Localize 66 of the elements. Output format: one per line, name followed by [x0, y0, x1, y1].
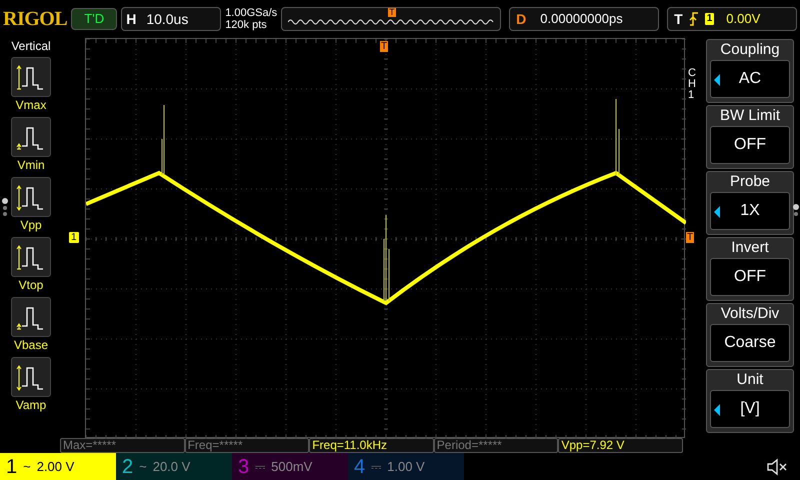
measure-button[interactable] — [11, 57, 51, 97]
channel-tab[interactable]: 2 ~ 20.0 V — [116, 453, 232, 480]
measure-button[interactable] — [11, 297, 51, 337]
trigger-position-marker: T — [388, 8, 396, 17]
menu-item[interactable]: Probe 1X — [706, 171, 794, 235]
channel-tab[interactable]: 3 ⎓ 500mV — [232, 453, 348, 480]
menu-item[interactable]: BW Limit OFF — [706, 105, 794, 169]
adjust-caret-icon — [714, 404, 720, 416]
channel-offset-marker: 1 — [69, 232, 79, 243]
measure-button[interactable] — [11, 117, 51, 157]
trigger-source: 1 — [704, 13, 714, 25]
rising-edge-icon — [688, 12, 699, 26]
menu-item-value: [V] — [740, 399, 760, 419]
menu-item-title: Invert — [731, 238, 769, 258]
memory-depth: 120k pts — [225, 19, 268, 31]
channel-label: CH1 — [688, 68, 697, 101]
delay-value: 0.00000000ps — [540, 10, 623, 28]
timebase-value: 10.0us — [146, 10, 188, 28]
panel-title: Vertical — [11, 39, 51, 53]
menu-item-title: Coupling — [720, 40, 780, 60]
menu-item-value: 1X — [740, 201, 760, 221]
delay-label: D — [516, 10, 526, 28]
brand-logo: RIGOL — [3, 7, 68, 32]
measure-button[interactable] — [11, 237, 51, 277]
menu-item-title: Probe — [730, 172, 770, 192]
page-dots-icon — [793, 204, 799, 216]
trigger-position-marker: T — [380, 41, 388, 52]
channel-tab[interactable]: 1 ~ 2.00 V — [0, 453, 116, 480]
menu-item-value: OFF — [734, 267, 766, 287]
timebase-label: H — [126, 10, 136, 28]
menu-item-title: Volts/Div — [720, 304, 780, 324]
channel-tab[interactable]: 4 ⎓ 1.00 V — [348, 453, 464, 480]
measure-label: Vamp — [16, 397, 46, 413]
menu-item-value: OFF — [734, 135, 766, 155]
delay-display[interactable]: D 0.00000000ps — [509, 7, 660, 31]
menu-item-value: Coarse — [724, 333, 776, 353]
menu-item-title: BW Limit — [720, 106, 780, 126]
trigger-level: 0.00V — [726, 10, 760, 28]
menu-item[interactable]: Unit [V] — [706, 369, 794, 433]
timebase-display[interactable]: H 10.0us — [121, 7, 222, 31]
measurement-readout: Vpp=7.92 V — [558, 438, 683, 453]
adjust-caret-icon — [714, 206, 720, 218]
measurement-readout: Period=***** — [434, 438, 558, 453]
speaker-muted-icon[interactable] — [766, 458, 788, 476]
measure-button[interactable] — [11, 177, 51, 217]
menu-item[interactable]: Volts/Div Coarse — [706, 303, 794, 367]
sample-rate: 1.00GSa/s — [225, 7, 278, 19]
measure-label: Vmin — [17, 157, 45, 173]
measurement-readout: Freq=***** — [184, 438, 310, 453]
trigger-level-marker: T — [686, 232, 694, 243]
trigger-label: T — [674, 10, 683, 28]
measure-label: Vtop — [18, 277, 44, 293]
menu-item-value: AC — [738, 69, 762, 89]
menu-item[interactable]: Coupling AC — [706, 39, 794, 103]
measure-label: Vbase — [14, 337, 48, 353]
measurement-readout: Max=***** — [60, 438, 185, 453]
measurement-readout: Freq=11.0kHz — [309, 438, 434, 453]
page-dots-icon — [2, 198, 8, 216]
measure-label: Vpp — [20, 217, 42, 233]
menu-item[interactable]: Invert OFF — [706, 237, 794, 301]
run-status: T'D — [71, 8, 118, 30]
trigger-display[interactable]: T 1 0.00V — [667, 7, 797, 31]
adjust-caret-icon — [714, 74, 720, 86]
measure-button[interactable] — [11, 357, 51, 397]
measure-label: Vmax — [16, 97, 46, 113]
menu-item-title: Unit — [736, 370, 764, 390]
